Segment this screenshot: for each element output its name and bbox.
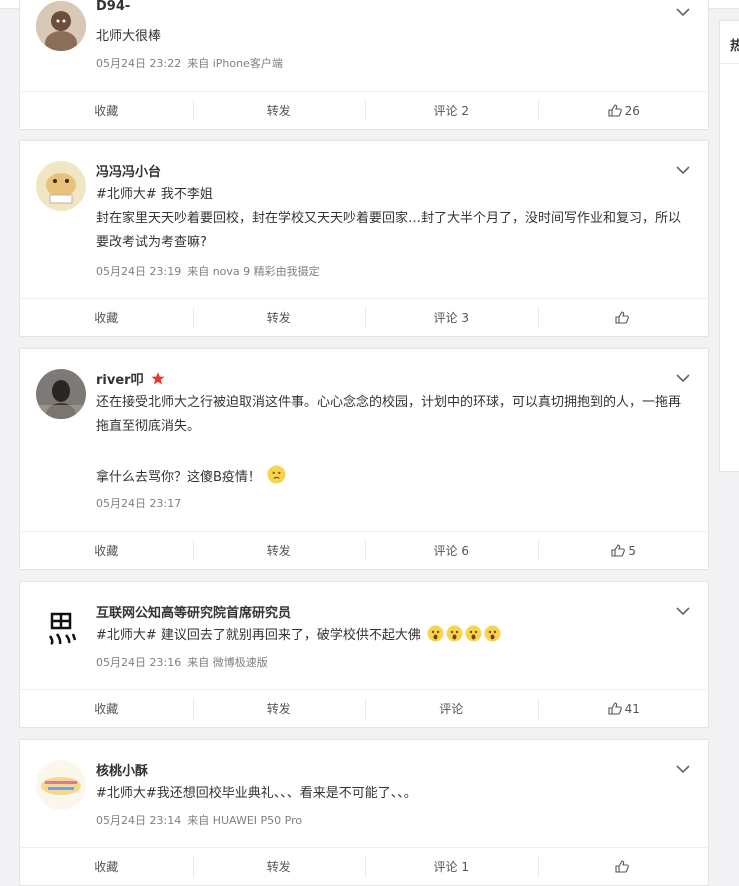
post-card: D94- 北师大很棒 05月24日 23:22 来自 iPhone客户端 收藏 转… bbox=[19, 0, 710, 130]
like-button[interactable]: 41 bbox=[537, 690, 711, 727]
chevron-down-icon[interactable] bbox=[676, 165, 690, 175]
post-card: 冯冯冯小台 #北师大# 我不李姐 封在家里天天吵着要回校，封在学校又天天吵着要回… bbox=[19, 140, 710, 337]
user-name[interactable]: D94- bbox=[96, 0, 130, 14]
sidebar-divider bbox=[720, 63, 739, 64]
thumbs-up-icon bbox=[611, 544, 626, 557]
post-date[interactable]: 05月24日 23:19 bbox=[96, 265, 181, 278]
like-button[interactable] bbox=[537, 848, 711, 885]
action-bar: 收藏 转发 评论 6 5 bbox=[20, 531, 710, 569]
comment-button[interactable]: 评论 3 bbox=[365, 299, 538, 336]
post-meta: 05月24日 23:17 bbox=[96, 495, 187, 511]
thumbs-up-icon bbox=[608, 104, 622, 117]
like-button[interactable]: 5 bbox=[537, 532, 711, 569]
action-bar: 收藏 转发 评论 1 bbox=[20, 847, 710, 885]
post-text-secondary: 拿什么去骂你？这傻B疫情！ bbox=[96, 465, 686, 490]
post-meta: 05月24日 23:19 来自 nova 9 精彩由我摄定 bbox=[96, 263, 326, 279]
sidebar-heading: 热 bbox=[730, 39, 739, 54]
post-text: #北师大# 建议回去了就别再回来了，破学校供不起大佛 bbox=[96, 624, 686, 648]
post-meta: 05月24日 23:22 来自 iPhone客户端 bbox=[96, 55, 289, 71]
user-name[interactable]: river叩 bbox=[96, 369, 165, 388]
user-name[interactable]: 冯冯冯小台 bbox=[96, 161, 161, 180]
post-date[interactable]: 05月24日 23:22 bbox=[96, 57, 181, 70]
favorite-button[interactable]: 收藏 bbox=[20, 848, 193, 885]
post-topic-line: #北师大# 我不李姐 bbox=[96, 187, 213, 202]
comment-button[interactable]: 评论 2 bbox=[365, 92, 538, 129]
chevron-down-icon[interactable] bbox=[676, 373, 690, 383]
post-source: 来自 HUAWEI P50 Pro bbox=[187, 814, 303, 827]
scared-emoji-icon bbox=[465, 625, 482, 642]
repost-button[interactable]: 转发 bbox=[192, 299, 366, 336]
comment-button[interactable]: 评论 bbox=[365, 690, 538, 727]
avatar[interactable] bbox=[36, 1, 86, 51]
post-source: 来自 iPhone客户端 bbox=[187, 57, 283, 70]
comment-button[interactable]: 评论 1 bbox=[365, 848, 538, 885]
chevron-down-icon[interactable] bbox=[676, 764, 690, 774]
post-text: 还在接受北师大之行被迫取消这件事。心心念念的校园，计划中的环球，可以真切拥抱到的… bbox=[96, 395, 682, 434]
repost-button[interactable]: 转发 bbox=[192, 532, 366, 569]
comment-button[interactable]: 评论 6 bbox=[365, 532, 538, 569]
post-text: 北师大很棒 bbox=[96, 29, 162, 44]
user-name[interactable]: 核桃小酥 bbox=[96, 760, 148, 779]
action-bar: 收藏 转发 评论 2 26 bbox=[20, 91, 710, 129]
action-bar: 收藏 转发 评论 41 bbox=[20, 689, 710, 727]
post-date[interactable]: 05月24日 23:14 bbox=[96, 814, 181, 827]
avatar[interactable] bbox=[36, 161, 86, 211]
post-text: 封在家里天天吵着要回校，封在学校又天天吵着要回家…封了大半个月了，没时间写作业和… bbox=[96, 211, 682, 250]
chevron-down-icon[interactable] bbox=[676, 606, 690, 616]
post-card: 互联网公知高等研究院首席研究员 #北师大# 建议回去了就别再回来了，破学校供不起… bbox=[19, 581, 710, 728]
avatar[interactable] bbox=[36, 602, 86, 652]
favorite-button[interactable]: 收藏 bbox=[20, 532, 193, 569]
scared-emoji-icon bbox=[446, 625, 463, 642]
like-button[interactable] bbox=[537, 299, 711, 336]
post-source: 来自 微博极速版 bbox=[187, 656, 268, 669]
favorite-button[interactable]: 收藏 bbox=[20, 92, 193, 129]
thumbs-up-icon bbox=[615, 860, 630, 873]
like-button[interactable]: 26 bbox=[537, 92, 711, 129]
action-bar: 收藏 转发 评论 3 bbox=[20, 298, 710, 336]
repost-button[interactable]: 转发 bbox=[192, 690, 366, 727]
scared-emoji-icon bbox=[484, 625, 501, 642]
hot-sidebar: 热 bbox=[719, 20, 739, 472]
thumbs-up-icon bbox=[615, 311, 630, 324]
post-card: 核桃小酥 #北师大#我还想回校毕业典礼、、、看来是不可能了、、。 05月24日 … bbox=[19, 739, 710, 886]
avatar[interactable] bbox=[36, 369, 86, 419]
post-text: #北师大#我还想回校毕业典礼、、、看来是不可能了、、。 bbox=[96, 786, 417, 801]
post-meta: 05月24日 23:16 来自 微博极速版 bbox=[96, 654, 274, 670]
user-name[interactable]: 互联网公知高等研究院首席研究员 bbox=[96, 602, 291, 621]
post-date[interactable]: 05月24日 23:17 bbox=[96, 497, 181, 510]
post-source: 来自 nova 9 精彩由我摄定 bbox=[187, 265, 320, 278]
post-date[interactable]: 05月24日 23:16 bbox=[96, 656, 181, 669]
star-badge-icon bbox=[151, 372, 165, 385]
thumbs-up-icon bbox=[608, 702, 622, 715]
chevron-down-icon[interactable] bbox=[676, 7, 690, 17]
scared-emoji-icon bbox=[427, 625, 444, 642]
avatar[interactable] bbox=[36, 760, 86, 810]
thinking-emoji-icon bbox=[267, 465, 286, 484]
repost-button[interactable]: 转发 bbox=[192, 848, 366, 885]
favorite-button[interactable]: 收藏 bbox=[20, 690, 193, 727]
repost-button[interactable]: 转发 bbox=[192, 92, 366, 129]
post-card: river叩 还在接受北师大之行被迫取消这件事。心心念念的校园，计划中的环球，可… bbox=[19, 348, 710, 570]
favorite-button[interactable]: 收藏 bbox=[20, 299, 193, 336]
post-meta: 05月24日 23:14 来自 HUAWEI P50 Pro bbox=[96, 812, 308, 828]
